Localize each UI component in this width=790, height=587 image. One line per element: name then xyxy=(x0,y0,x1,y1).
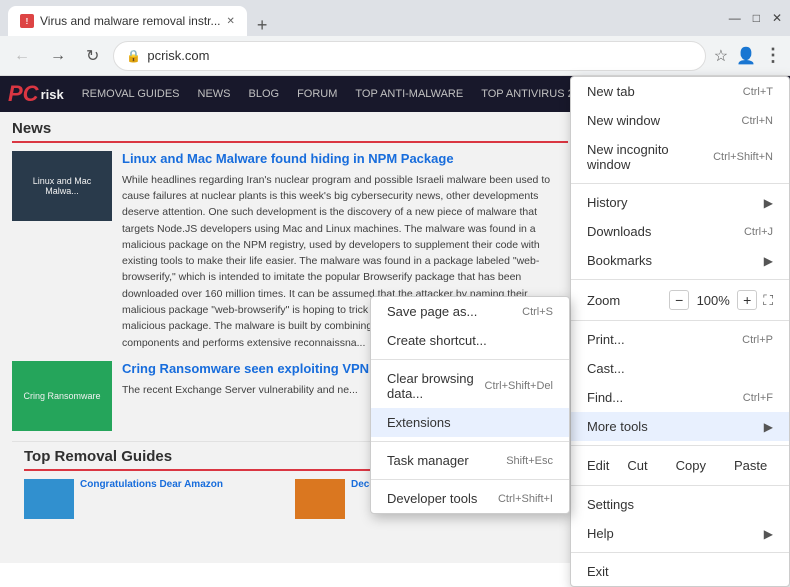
tab-title: Virus and malware removal instr... xyxy=(40,14,221,28)
menu-new-window-shortcut: Ctrl+N xyxy=(742,115,773,127)
submenu-clear-browsing-label: Clear browsing data... xyxy=(387,371,485,401)
menu-edit-row: Edit Cut Copy Paste xyxy=(571,450,789,481)
submenu-save-page[interactable]: Save page as... Ctrl+S xyxy=(371,297,569,326)
menu-exit[interactable]: Exit xyxy=(571,557,789,586)
reload-button[interactable]: ↻ xyxy=(80,44,105,68)
menu-find[interactable]: Find... Ctrl+F xyxy=(571,383,789,412)
submenu-extensions[interactable]: Extensions xyxy=(371,408,569,437)
menu-divider-5 xyxy=(571,485,789,486)
main-context-menu[interactable]: New tab Ctrl+T New window Ctrl+N New inc… xyxy=(570,76,790,587)
close-button[interactable]: ✕ xyxy=(772,11,782,25)
submenu-task-manager[interactable]: Task manager Shift+Esc xyxy=(371,446,569,475)
submenu-save-page-shortcut: Ctrl+S xyxy=(522,306,553,318)
menu-bookmarks-arrow: ▶ xyxy=(764,254,773,268)
menu-new-window[interactable]: New window Ctrl+N xyxy=(571,106,789,135)
menu-copy-button[interactable]: Copy xyxy=(666,454,716,477)
lock-icon: 🔒 xyxy=(126,49,141,63)
zoom-label: Zoom xyxy=(587,293,663,308)
account-icon[interactable]: 👤 xyxy=(736,46,756,66)
menu-downloads-shortcut: Ctrl+J xyxy=(744,226,773,238)
menu-paste-button[interactable]: Paste xyxy=(724,454,777,477)
maximize-button[interactable]: □ xyxy=(753,11,760,25)
zoom-value: 100% xyxy=(695,293,731,308)
zoom-minus-button[interactable]: − xyxy=(669,290,689,310)
submenu-developer-tools-label: Developer tools xyxy=(387,491,477,506)
menu-history-arrow: ▶ xyxy=(764,196,773,210)
zoom-control: Zoom − 100% + ⛶ xyxy=(571,288,789,312)
back-button[interactable]: ← xyxy=(8,45,36,67)
menu-divider-6 xyxy=(571,552,789,553)
menu-bookmarks[interactable]: Bookmarks ▶ xyxy=(571,246,789,275)
forward-button[interactable]: → xyxy=(44,45,72,67)
menu-help[interactable]: Help ▶ xyxy=(571,519,789,548)
menu-downloads-label: Downloads xyxy=(587,224,651,239)
menu-divider-4 xyxy=(571,445,789,446)
menu-exit-label: Exit xyxy=(587,564,609,579)
context-menu-overlay: Save page as... Ctrl+S Create shortcut..… xyxy=(0,76,790,563)
submenu-developer-tools-shortcut: Ctrl+Shift+I xyxy=(498,493,553,505)
star-icon[interactable]: ☆ xyxy=(714,46,728,66)
menu-edit-label: Edit xyxy=(587,458,609,473)
menu-downloads[interactable]: Downloads Ctrl+J xyxy=(571,217,789,246)
menu-help-label: Help xyxy=(587,526,614,541)
submenu-task-manager-label: Task manager xyxy=(387,453,469,468)
zoom-plus-button[interactable]: + xyxy=(737,290,757,310)
address-bar: ← → ↻ 🔒 pcrisk.com ☆ 👤 ⋮ xyxy=(0,36,790,76)
tab-favicon: ! xyxy=(20,14,34,28)
menu-divider-3 xyxy=(571,320,789,321)
menu-cast-label: Cast... xyxy=(587,361,625,376)
menu-history-label: History xyxy=(587,195,627,210)
address-actions: ☆ 👤 ⋮ xyxy=(714,45,782,66)
menu-history[interactable]: History ▶ xyxy=(571,188,789,217)
menu-cut-button[interactable]: Cut xyxy=(617,454,657,477)
submenu-clear-browsing-shortcut: Ctrl+Shift+Del xyxy=(485,380,553,392)
menu-new-tab-shortcut: Ctrl+T xyxy=(743,86,773,98)
menu-divider-2 xyxy=(571,279,789,280)
menu-more-tools-arrow: ▶ xyxy=(764,420,773,434)
titlebar: ! Virus and malware removal instr... ✕ +… xyxy=(0,0,790,36)
submenu-divider-3 xyxy=(371,479,569,480)
menu-bookmarks-label: Bookmarks xyxy=(587,253,652,268)
tab-bar: ! Virus and malware removal instr... ✕ + xyxy=(8,0,273,36)
menu-print-label: Print... xyxy=(587,332,625,347)
minimize-button[interactable]: — xyxy=(729,11,741,25)
menu-divider-1 xyxy=(571,183,789,184)
submenu-divider-2 xyxy=(371,441,569,442)
submenu-divider-1 xyxy=(371,359,569,360)
url-bar[interactable]: 🔒 pcrisk.com xyxy=(113,41,705,71)
menu-settings[interactable]: Settings xyxy=(571,490,789,519)
menu-print[interactable]: Print... Ctrl+P xyxy=(571,325,789,354)
menu-help-arrow: ▶ xyxy=(764,527,773,541)
active-tab[interactable]: ! Virus and malware removal instr... ✕ xyxy=(8,6,247,36)
menu-cast[interactable]: Cast... xyxy=(571,354,789,383)
menu-more-tools[interactable]: More tools ▶ xyxy=(571,412,789,441)
zoom-expand-button[interactable]: ⛶ xyxy=(763,292,773,309)
menu-incognito[interactable]: New incognito window Ctrl+Shift+N xyxy=(571,135,789,179)
menu-new-tab[interactable]: New tab Ctrl+T xyxy=(571,77,789,106)
menu-incognito-shortcut: Ctrl+Shift+N xyxy=(713,151,773,163)
window-controls: — □ ✕ xyxy=(729,11,782,25)
submenu-task-manager-shortcut: Shift+Esc xyxy=(506,455,553,467)
submenu-save-page-label: Save page as... xyxy=(387,304,477,319)
url-text: pcrisk.com xyxy=(147,48,692,63)
submenu-developer-tools[interactable]: Developer tools Ctrl+Shift+I xyxy=(371,484,569,513)
menu-print-shortcut: Ctrl+P xyxy=(742,334,773,346)
submenu-create-shortcut-label: Create shortcut... xyxy=(387,333,487,348)
menu-more-tools-label: More tools xyxy=(587,419,648,434)
menu-icon[interactable]: ⋮ xyxy=(764,45,782,66)
more-tools-submenu[interactable]: Save page as... Ctrl+S Create shortcut..… xyxy=(370,296,570,514)
submenu-extensions-label: Extensions xyxy=(387,415,451,430)
menu-zoom-row: Zoom − 100% + ⛶ xyxy=(571,284,789,316)
menu-find-label: Find... xyxy=(587,390,623,405)
menu-incognito-label: New incognito window xyxy=(587,142,713,172)
menu-new-tab-label: New tab xyxy=(587,84,635,99)
menu-find-shortcut: Ctrl+F xyxy=(743,392,773,404)
menu-new-window-label: New window xyxy=(587,113,660,128)
submenu-clear-browsing[interactable]: Clear browsing data... Ctrl+Shift+Del xyxy=(371,364,569,408)
new-tab-button[interactable]: + xyxy=(251,15,274,36)
tab-close-button[interactable]: ✕ xyxy=(227,16,235,27)
submenu-create-shortcut[interactable]: Create shortcut... xyxy=(371,326,569,355)
menu-settings-label: Settings xyxy=(587,497,634,512)
